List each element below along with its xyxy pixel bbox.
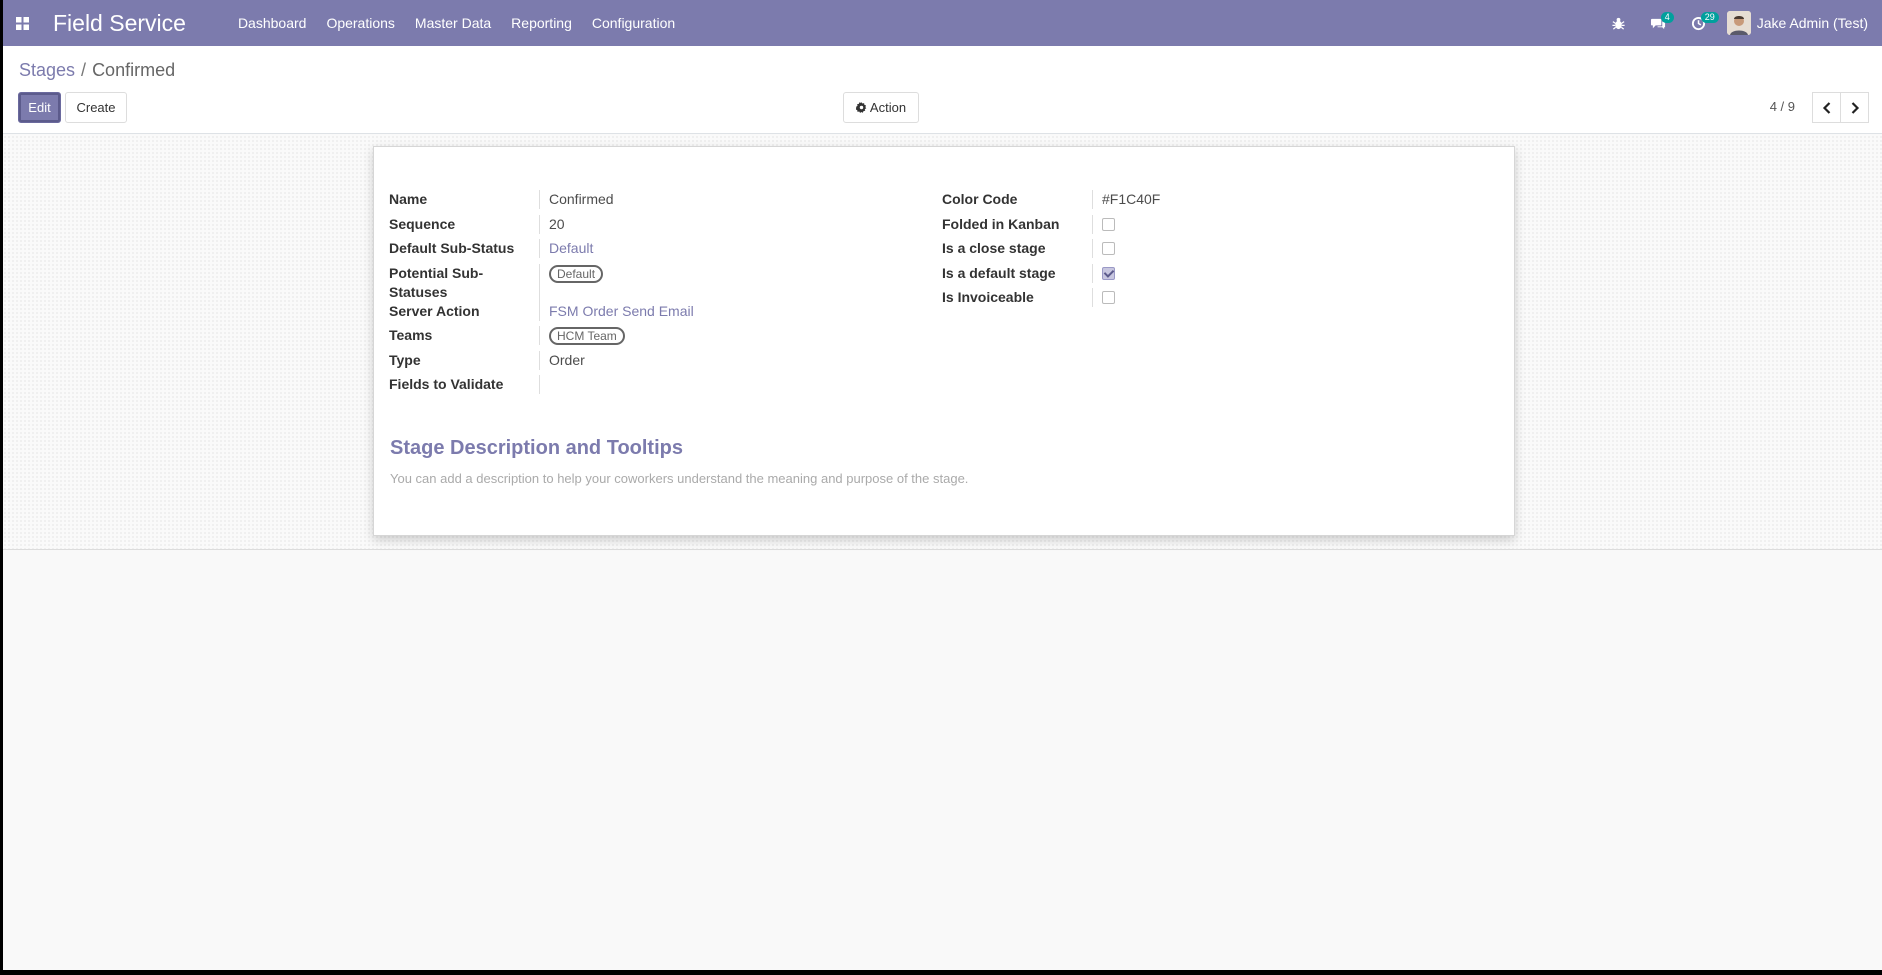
field-label: Name [389,190,540,209]
field-label: Is a close stage [942,239,1093,258]
user-menu[interactable]: Jake Admin (Test) [1719,0,1882,46]
field-row-color-code: Color Code #F1C40F [942,190,1482,209]
field-row-is-default-stage: Is a default stage [942,263,1482,283]
pager-value[interactable]: 4 / 9 [1770,99,1795,114]
field-value-sequence: 20 [549,215,565,232]
form-group-right: Color Code #F1C40F Folded in Kanban Is a… [942,190,1482,313]
menu-configuration[interactable]: Configuration [582,0,685,46]
pager-next-button[interactable] [1840,92,1869,123]
field-row-teams: Teams HCM Team [389,326,929,345]
field-value-name: Confirmed [549,191,614,207]
field-label: Color Code [942,190,1093,209]
sub-status-tag[interactable]: Default [549,264,604,283]
app-brand[interactable]: Field Service [53,10,186,37]
menu-dashboard[interactable]: Dashboard [228,0,317,46]
form-sheet: Name Confirmed Sequence 20 Default Sub-S… [373,146,1515,536]
navbar-systray: 4 29 Jake Admin (Test) [1599,0,1882,46]
form-view-background: Name Confirmed Sequence 20 Default Sub-S… [3,135,1882,550]
section-title: Stage Description and Tooltips [390,437,683,459]
is-invoiceable-checkbox[interactable] [1102,291,1115,304]
action-button[interactable]: Action [843,92,919,123]
create-button[interactable]: Create [65,92,127,123]
field-label: Is Invoiceable [942,288,1093,307]
field-row-name: Name Confirmed [389,190,929,209]
field-label: Type [389,350,540,370]
field-row-sequence: Sequence 20 [389,214,929,234]
field-label: Server Action [389,301,540,321]
description-placeholder[interactable]: You can add a description to help your c… [390,471,968,486]
messages-badge: 4 [1660,12,1674,23]
breadcrumb-current: Confirmed [92,60,176,80]
breadcrumb-stages-link[interactable]: Stages [19,60,75,80]
gear-icon [855,102,867,113]
chevron-left-icon [1822,101,1830,114]
user-avatar [1726,11,1751,35]
debug-bug-icon[interactable] [1599,0,1639,46]
field-row-is-close-stage: Is a close stage [942,239,1482,258]
team-tag[interactable]: HCM Team [549,327,625,345]
server-action-link[interactable]: FSM Order Send Email [549,303,694,319]
pager-previous-button[interactable] [1812,92,1841,123]
folded-in-kanban-checkbox[interactable] [1102,217,1115,231]
is-close-stage-checkbox[interactable] [1102,242,1115,255]
chevron-right-icon [1851,101,1859,114]
default-sub-status-link[interactable]: Default [549,240,593,256]
field-row-is-invoiceable: Is Invoiceable [942,288,1482,307]
control-panel: Stages / Confirmed Edit Create Action 4 / … [3,46,1882,134]
field-row-fields-to-validate: Fields to Validate [389,375,929,394]
field-value-type: Order [549,351,585,368]
main-menu: Dashboard Operations Master Data Reporti… [228,0,685,46]
field-label: Folded in Kanban [942,214,1093,234]
edit-button[interactable]: Edit [18,92,61,123]
app-grid-icon[interactable] [5,0,39,46]
menu-operations[interactable]: Operations [316,0,404,46]
field-row-folded-in-kanban: Folded in Kanban [942,214,1482,234]
field-label: Fields to Validate [389,375,540,394]
field-row-potential-sub-statuses: Potential Sub-Statuses Default [389,263,929,302]
messages-chat-icon[interactable]: 4 [1639,0,1679,46]
field-value-color-code: #F1C40F [1102,191,1161,207]
form-group-left: Name Confirmed Sequence 20 Default Sub-S… [389,190,929,400]
field-label: Is a default stage [942,263,1093,283]
field-row-default-sub-status: Default Sub-Status Default [389,239,929,258]
menu-master-data[interactable]: Master Data [405,0,501,46]
action-button-label: Action [869,100,907,115]
field-label: Sequence [389,214,540,234]
app-window: Field Service Dashboard Operations Maste… [3,0,1882,970]
is-default-stage-checkbox[interactable] [1102,266,1115,280]
field-row-server-action: Server Action FSM Order Send Email [389,301,929,321]
field-row-type: Type Order [389,350,929,370]
field-label: Default Sub-Status [389,239,540,258]
breadcrumb-separator: / [81,60,87,80]
activities-badge: 29 [1700,12,1719,23]
menu-reporting[interactable]: Reporting [501,0,582,46]
breadcrumb: Stages / Confirmed [19,60,175,81]
top-navbar: Field Service Dashboard Operations Maste… [3,0,1882,46]
field-label: Potential Sub-Statuses [389,263,540,302]
user-name: Jake Admin (Test) [1756,15,1868,31]
field-value-fields-to-validate [540,375,929,394]
field-label: Teams [389,326,540,345]
activities-clock-icon[interactable]: 29 [1679,0,1719,46]
